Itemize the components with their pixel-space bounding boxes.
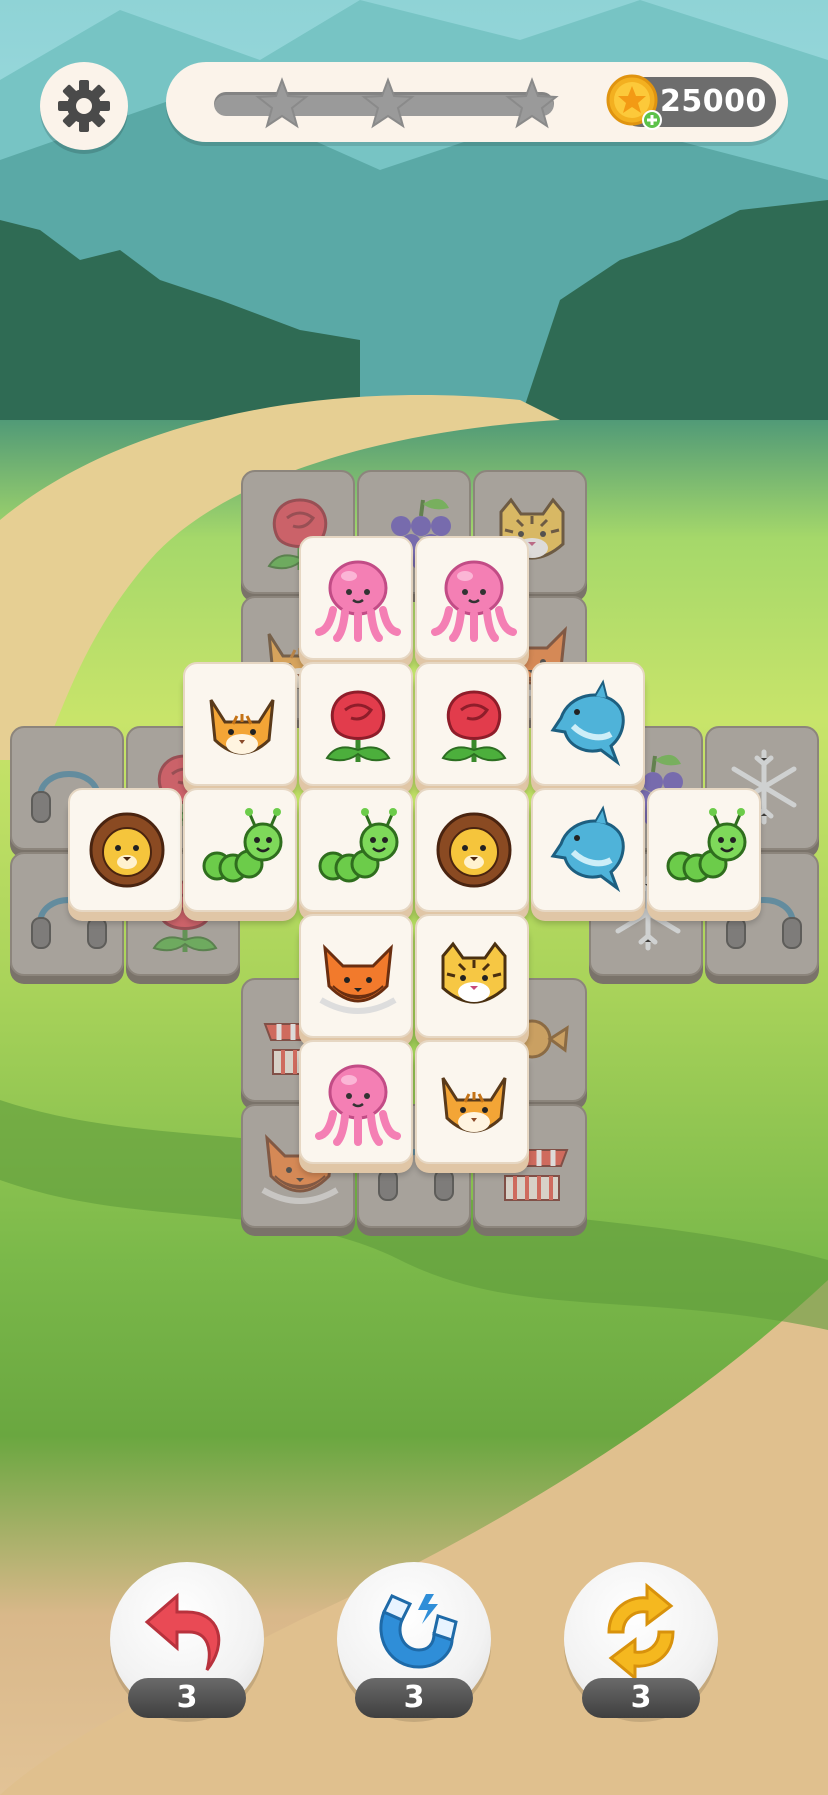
upper-tile[interactable] xyxy=(299,662,413,786)
upper-tile[interactable] xyxy=(299,536,413,660)
upper-tile[interactable] xyxy=(299,788,413,912)
caterpillar-icon xyxy=(202,808,283,883)
upper-tile[interactable] xyxy=(415,662,529,786)
caterpillar-icon xyxy=(318,808,399,883)
upper-tile[interactable] xyxy=(299,1040,413,1164)
upper-tile[interactable] xyxy=(415,536,529,660)
undo-button[interactable]: 3 xyxy=(110,1562,264,1718)
upper-tile[interactable] xyxy=(647,788,761,912)
dolphin-icon xyxy=(550,679,625,767)
magnet-count-badge: 3 xyxy=(355,1678,473,1718)
dolphin-icon xyxy=(550,805,625,893)
upper-tile[interactable] xyxy=(183,788,297,912)
shuffle-button[interactable]: 3 xyxy=(564,1562,718,1718)
cat-icon xyxy=(209,699,275,755)
rose-icon xyxy=(441,690,507,762)
upper-tile[interactable] xyxy=(415,914,529,1038)
shuffle-count-badge: 3 xyxy=(582,1678,700,1718)
octopus-icon xyxy=(431,560,517,642)
upper-tile[interactable] xyxy=(415,788,529,912)
caterpillar-icon xyxy=(666,808,747,883)
undo-arrow-icon xyxy=(144,1592,221,1671)
upper-tile[interactable] xyxy=(415,1040,529,1164)
shuffle-icon xyxy=(607,1582,675,1682)
magnet-button[interactable]: 3 xyxy=(337,1562,491,1718)
lion-icon xyxy=(89,812,165,888)
upper-tile[interactable] xyxy=(299,914,413,1038)
rose-icon xyxy=(325,690,391,762)
fox-icon xyxy=(319,943,397,1014)
upper-tile[interactable] xyxy=(183,662,297,786)
cat-icon xyxy=(441,1077,507,1133)
upper-tile[interactable] xyxy=(531,662,645,786)
lion-icon xyxy=(436,812,512,888)
tiger-icon xyxy=(441,941,507,1004)
magnet-icon xyxy=(379,1594,458,1669)
undo-count-badge: 3 xyxy=(128,1678,246,1718)
upper-tile[interactable] xyxy=(68,788,182,912)
octopus-icon xyxy=(315,560,401,642)
upper-tile[interactable] xyxy=(531,788,645,912)
octopus-icon xyxy=(315,1064,401,1146)
game-board xyxy=(0,0,828,1795)
